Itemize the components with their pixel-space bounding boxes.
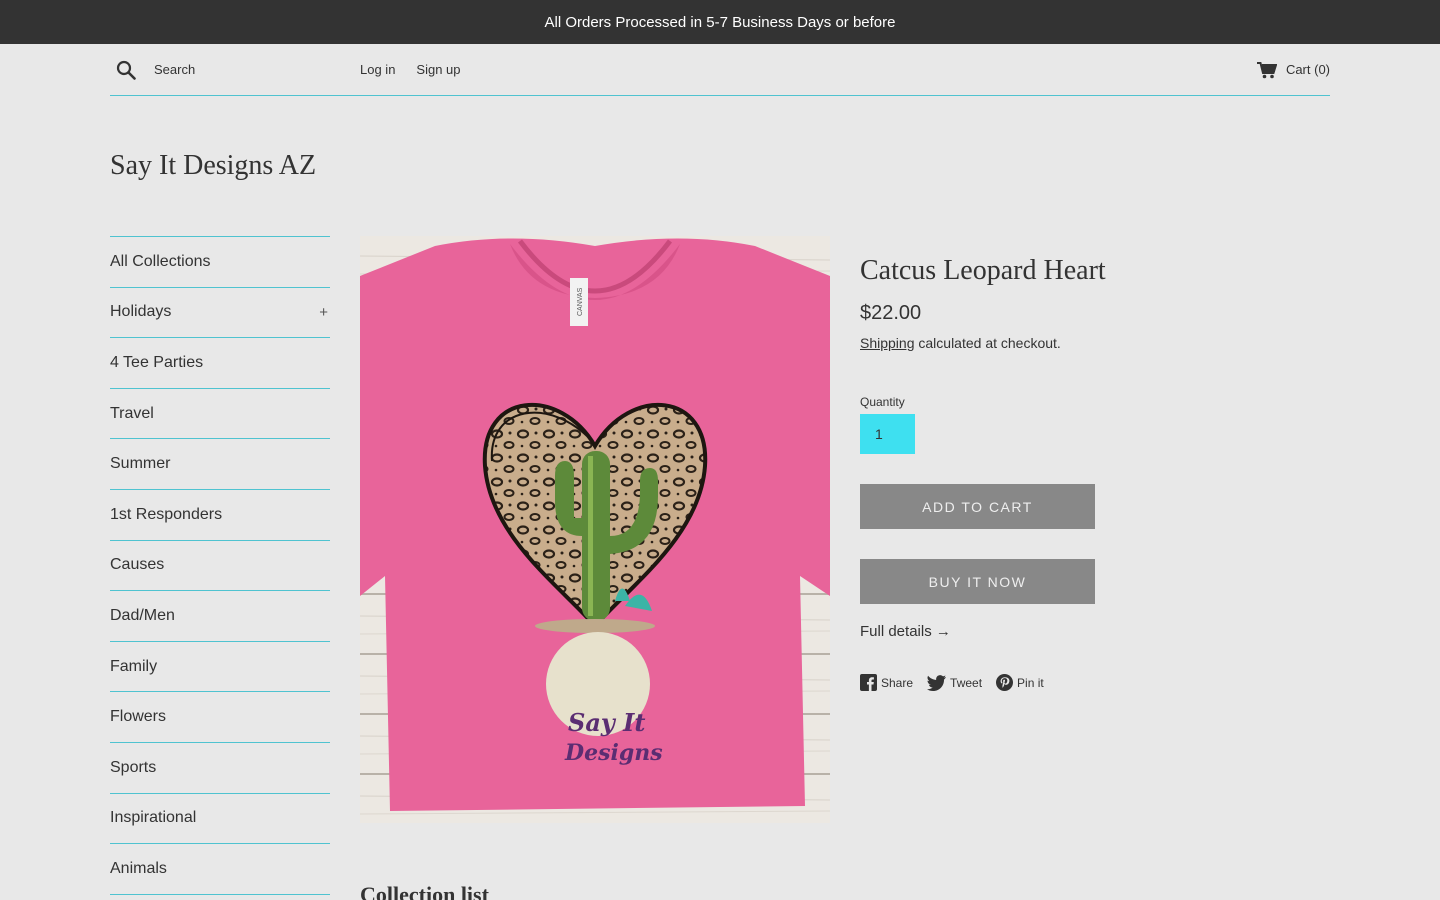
watermark-text-line2: Designs [564,740,663,766]
facebook-share-button[interactable]: Share [860,674,913,691]
sidebar-item-label: Holidays [110,303,172,321]
product-image[interactable]: CANVAS Say It Designs [360,236,830,823]
sidebar-item-sports[interactable]: Sports [110,743,330,794]
cart-icon [1256,61,1277,78]
sidebar-item-label: Flowers [110,708,167,726]
search-icon[interactable] [116,60,136,80]
sidebar-item-tee-parties[interactable]: 4 Tee Parties [110,338,330,389]
quantity-label: Quantity [860,395,905,409]
facebook-icon [860,674,877,691]
announcement-text: All Orders Processed in 5-7 Business Day… [544,13,896,31]
twitter-share-button[interactable]: Tweet [927,674,983,691]
product-title: Catcus Leopard Heart [860,255,1106,286]
pinterest-share-button[interactable]: Pin it [996,674,1044,691]
sidebar-item-all-collections[interactable]: All Collections [110,237,330,288]
product-info: Catcus Leopard Heart $22.00 Shipping cal… [860,255,1330,691]
watermark-text-line1: Say It [568,708,646,737]
collections-sidebar: All Collections Holidays + 4 Tee Parties … [110,236,330,895]
sidebar-item-dad-men[interactable]: Dad/Men [110,591,330,642]
sidebar-item-label: Family [110,657,158,675]
add-to-cart-button[interactable]: Add to cart [860,484,1095,529]
collection-list-heading: Collection list [360,882,489,900]
sidebar-item-inspirational[interactable]: Inspirational [110,794,330,845]
twitter-icon [927,674,947,691]
sidebar-item-holidays[interactable]: Holidays + [110,288,330,339]
sidebar-item-flowers[interactable]: Flowers [110,692,330,743]
sidebar-item-label: All Collections [110,252,211,270]
shirt-tag-text: CANVAS [577,287,584,316]
share-label: Share [881,675,914,690]
shipping-note: Shipping calculated at checkout. [860,335,1330,351]
expand-plus-icon[interactable]: + [319,304,328,321]
store-logo[interactable]: Say It Designs AZ [110,150,316,182]
shipping-link[interactable]: Shipping [860,335,915,351]
pinterest-icon [996,674,1014,691]
signup-link[interactable]: Sign up [416,62,460,77]
sidebar-item-label: Inspirational [110,809,197,827]
sidebar-item-causes[interactable]: Causes [110,541,330,592]
pin-label: Pin it [1017,675,1044,690]
cart-label: Cart (0) [1285,62,1330,77]
full-details-link[interactable]: Full details → [860,623,951,640]
quantity-input[interactable] [860,414,915,454]
sidebar-item-label: 1st Responders [110,505,223,523]
sidebar-item-label: Sports [110,758,157,776]
login-link[interactable]: Log in [360,62,395,77]
product-price: $22.00 [860,302,922,324]
shipping-text: calculated at checkout. [914,335,1061,351]
sidebar-item-travel[interactable]: Travel [110,389,330,440]
sidebar-item-label: Animals [110,859,167,877]
tweet-label: Tweet [950,675,983,690]
sidebar-item-label: 4 Tee Parties [110,353,204,371]
sidebar-item-animals[interactable]: Animals [110,844,330,895]
sidebar-item-label: Dad/Men [110,606,175,624]
buy-it-now-button[interactable]: Buy it now [860,559,1095,604]
sidebar-item-label: Summer [110,455,171,473]
sidebar-item-label: Travel [110,404,154,422]
sidebar-item-family[interactable]: Family [110,642,330,693]
search-input[interactable] [154,62,344,77]
sidebar-item-label: Causes [110,556,165,574]
cart-link[interactable]: Cart (0) [1256,61,1330,79]
social-share: Share Tweet Pin it [860,674,1330,691]
sidebar-item-summer[interactable]: Summer [110,439,330,490]
top-navigation: Log in Sign up Cart (0) [110,44,1330,96]
product-photo: CANVAS Say It Designs [360,236,830,823]
announcement-bar: All Orders Processed in 5-7 Business Day… [0,0,1440,44]
sidebar-item-1st-responders[interactable]: 1st Responders [110,490,330,541]
